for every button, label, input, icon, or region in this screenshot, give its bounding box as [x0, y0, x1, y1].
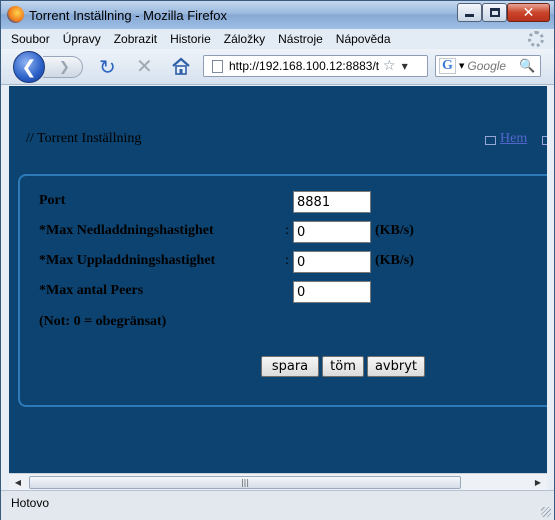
navigation-toolbar: ❯ ❮ ↻ ✕ http://192.168.100.12:8883/t ☆ ▼… [1, 49, 554, 85]
url-history-dropdown-icon[interactable]: ▼ [402, 62, 408, 71]
scroll-thumb[interactable]: ||| [29, 476, 461, 489]
back-icon: ❮ [21, 56, 37, 78]
forward-button[interactable]: ❯ [43, 56, 83, 78]
search-icon[interactable]: 🔍 [519, 59, 535, 74]
menu-bar: Soubor Úpravy Zobrazit Historie Záložky … [1, 29, 554, 49]
stop-icon[interactable]: ✕ [136, 56, 153, 76]
resize-grip-icon[interactable] [541, 507, 551, 517]
scroll-left-icon[interactable]: ◀ [11, 476, 25, 489]
title-bar: Torrent Inställning - Mozilla Firefox ✕ [1, 1, 554, 29]
page-icon [212, 59, 223, 73]
menu-item-soubor[interactable]: Soubor [11, 32, 50, 46]
max-download-input[interactable] [293, 221, 371, 243]
forward-icon: ❯ [59, 59, 70, 75]
max-download-label: *Max Nedladdningshastighet [39, 223, 214, 238]
minimize-icon [465, 14, 474, 17]
page-content: // Torrent Inställning Hem Port *Max Ned… [9, 86, 547, 473]
status-bar: Hotovo [1, 490, 554, 520]
home-icon[interactable] [171, 56, 191, 76]
horizontal-scrollbar[interactable]: ◀ ||| ▶ [9, 473, 547, 490]
menu-item-nastroje[interactable]: Nástroje [278, 32, 323, 46]
port-label: Port [39, 193, 66, 208]
status-text: Hotovo [11, 496, 50, 510]
menu-item-historie[interactable]: Historie [170, 32, 211, 46]
scroll-right-icon[interactable]: ▶ [531, 476, 545, 489]
close-button[interactable]: ✕ [507, 3, 550, 22]
maximize-icon [489, 8, 500, 17]
window-title: Torrent Inställning - Mozilla Firefox [29, 8, 227, 23]
settings-form-panel: Port *Max Nedladdningshastighet : (KB/s)… [18, 174, 547, 407]
scroll-grip-icon: ||| [240, 478, 250, 487]
address-bar[interactable]: http://192.168.100.12:8883/t ☆ ▼ [203, 55, 428, 77]
browser-window: Torrent Inställning - Mozilla Firefox ✕ … [0, 0, 555, 520]
max-peers-label: *Max antal Peers [39, 283, 144, 298]
search-bar[interactable]: G ▼ 🔍 [435, 55, 541, 77]
throbber-icon [528, 31, 544, 47]
max-download-colon: : [285, 223, 289, 238]
url-text[interactable]: http://192.168.100.12:8883/t [229, 59, 379, 73]
bookmark-star-icon[interactable]: ☆ [383, 58, 396, 74]
max-peers-input[interactable] [293, 281, 371, 303]
max-download-unit: (KB/s) [375, 223, 414, 238]
menu-item-zalozky[interactable]: Záložky [224, 32, 265, 46]
home-link[interactable]: Hem [500, 131, 527, 147]
back-button[interactable]: ❮ [13, 51, 45, 83]
firefox-logo-icon [7, 6, 24, 23]
save-button[interactable]: spara [261, 356, 319, 377]
page-title: // Torrent Inställning [26, 131, 142, 146]
cancel-button[interactable]: avbryt [367, 356, 425, 377]
search-engine-dropdown-icon[interactable]: ▼ [459, 62, 464, 70]
max-upload-colon: : [285, 253, 289, 268]
menu-item-napoveda[interactable]: Nápověda [336, 32, 391, 46]
max-upload-input[interactable] [293, 251, 371, 273]
max-upload-label: *Max Uppladdningshastighet [39, 253, 216, 268]
menu-item-upravy[interactable]: Úpravy [63, 32, 101, 46]
clear-button[interactable]: töm [322, 356, 364, 377]
search-input[interactable] [467, 59, 518, 73]
port-input[interactable] [293, 191, 371, 213]
menu-item-zobrazit[interactable]: Zobrazit [114, 32, 157, 46]
google-icon[interactable]: G [439, 58, 456, 74]
home-link-icon [485, 136, 496, 145]
minimize-button[interactable] [457, 3, 482, 22]
close-icon: ✕ [522, 4, 535, 21]
unlimited-note: (Not: 0 = obegränsat) [39, 314, 167, 329]
maximize-button[interactable] [482, 3, 507, 22]
max-upload-unit: (KB/s) [375, 253, 414, 268]
reload-icon[interactable]: ↻ [99, 57, 116, 77]
extra-link-icon [542, 136, 547, 145]
